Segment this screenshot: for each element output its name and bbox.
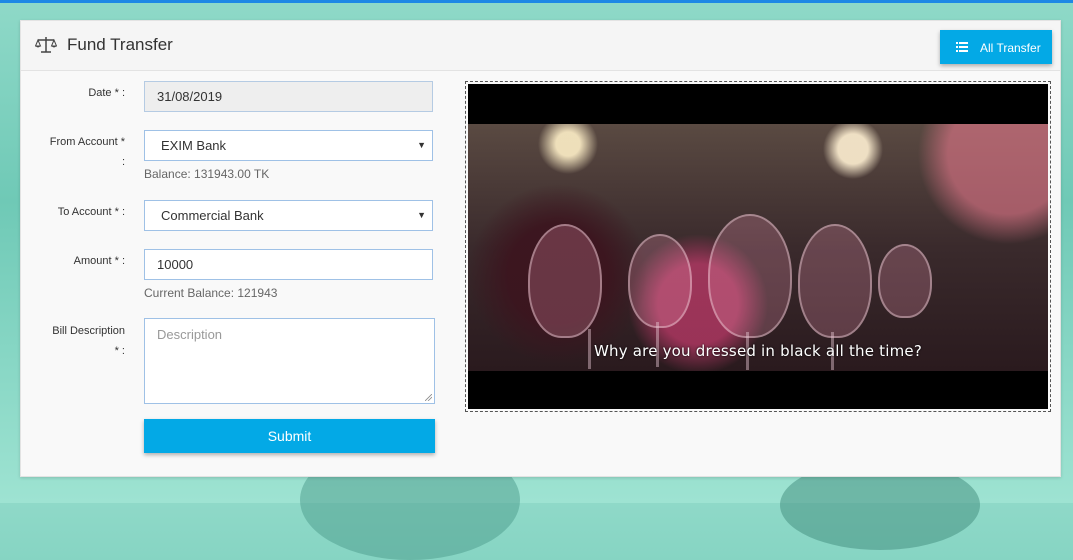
all-transfer-button[interactable]: All Transfer (940, 30, 1052, 64)
current-balance: Current Balance: 121943 (144, 286, 278, 300)
wine-glass (628, 234, 692, 328)
from-account-label-line2: : (121, 156, 125, 168)
bill-description-label-line2: * : (114, 345, 125, 357)
wine-glass (878, 244, 932, 318)
to-account-select[interactable]: Commercial Bank ▼ (144, 200, 433, 231)
resize-grip-icon[interactable] (425, 394, 432, 401)
video-scene (468, 124, 1048, 371)
panel-header: Fund Transfer All Transfer (21, 21, 1060, 71)
page-title: Fund Transfer (67, 35, 173, 54)
from-account-label: From Account * : (21, 132, 125, 172)
to-account-value: Commercial Bank (161, 208, 264, 223)
date-field[interactable]: 31/08/2019 (144, 81, 433, 112)
from-account-balance: Balance: 131943.00 TK (144, 167, 270, 181)
from-account-select[interactable]: EXIM Bank ▼ (144, 130, 433, 161)
video-player[interactable]: Why are you dressed in black all the tim… (468, 84, 1048, 409)
amount-input[interactable]: 10000 (144, 249, 433, 280)
date-label: Date * : (88, 87, 125, 99)
list-icon (956, 42, 968, 52)
fund-transfer-panel: Fund Transfer All Transfer Date * : 31/0… (20, 20, 1061, 477)
bill-description-textarea[interactable]: Description (144, 318, 435, 404)
amount-label: Amount * : (73, 255, 125, 267)
video-frame: Why are you dressed in black all the tim… (465, 81, 1051, 412)
video-subtitle: Why are you dressed in black all the tim… (593, 342, 923, 360)
wine-glass (708, 214, 792, 338)
description-placeholder: Description (157, 327, 223, 342)
top-accent-bar (0, 0, 1073, 3)
balance-scale-icon (35, 37, 57, 53)
from-account-value: EXIM Bank (161, 138, 227, 153)
caret-down-icon: ▼ (417, 140, 426, 150)
wine-glass (528, 224, 602, 338)
bill-description-label: Bill Description * : (21, 321, 125, 361)
bill-description-label-line1: Bill Description (52, 325, 125, 337)
caret-down-icon: ▼ (417, 210, 426, 220)
from-account-label-line1: From Account * (49, 136, 125, 148)
submit-button[interactable]: Submit (144, 419, 435, 453)
all-transfer-label: All Transfer (980, 41, 1041, 55)
wine-glass (798, 224, 872, 338)
to-account-label: To Account * : (57, 206, 125, 218)
